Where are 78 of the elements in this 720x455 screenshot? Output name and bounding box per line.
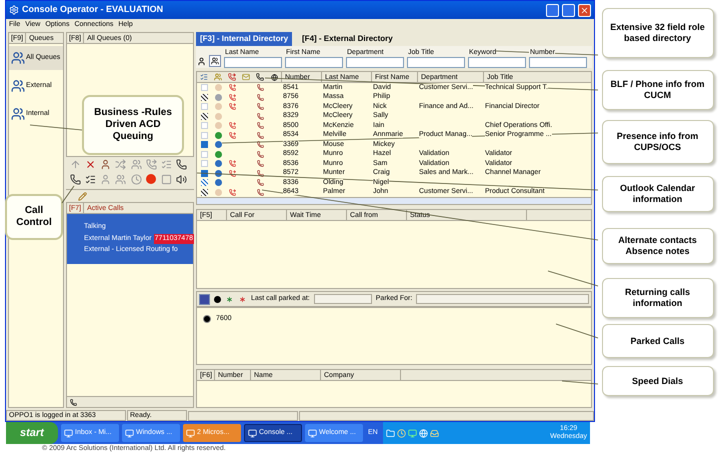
queue-icon	[11, 107, 25, 121]
phone-icon	[256, 103, 264, 110]
search-field[interactable]	[407, 57, 465, 68]
search-field[interactable]	[346, 57, 404, 68]
person-icon[interactable]	[100, 174, 112, 184]
start-button[interactable]: start	[6, 422, 58, 444]
callout: Parked Calls	[602, 324, 714, 358]
directory-tab[interactable]: [F4] - External Directory	[298, 32, 397, 46]
phone-icon	[256, 188, 264, 196]
phone-column-icon[interactable]	[256, 73, 264, 81]
callout: Outlook Calendar information	[602, 176, 714, 212]
cross-icon[interactable]	[85, 159, 96, 170]
callout: Presence info from CUPS/OCS	[602, 120, 714, 164]
phone-icon[interactable]	[176, 159, 187, 170]
record-icon[interactable]	[146, 174, 156, 184]
search-field[interactable]	[468, 57, 526, 68]
callout: BLF / Phone info from CUCM	[602, 70, 714, 110]
phone-icon	[256, 179, 264, 186]
window-title: Console Operator - EVALUATION	[22, 3, 164, 16]
tray-icon[interactable]	[408, 428, 417, 438]
pencil-icon[interactable]	[78, 192, 87, 200]
window-icon	[186, 428, 195, 438]
phone-icon	[256, 122, 264, 130]
search-field[interactable]	[224, 57, 282, 68]
phone-icon[interactable]	[70, 174, 81, 184]
phone-icon	[256, 84, 264, 92]
clock-icon[interactable]	[130, 174, 142, 184]
queue-icon	[11, 79, 25, 93]
phone-icon	[256, 112, 264, 120]
tray-icon[interactable]	[430, 428, 439, 438]
queue-icon	[11, 51, 25, 65]
leader-line	[556, 324, 598, 338]
phone-icon	[256, 170, 264, 177]
speaker-icon[interactable]	[176, 174, 187, 184]
close-icon	[580, 6, 589, 14]
callout: Returning calls information	[602, 278, 714, 318]
asterisk-icon[interactable]	[225, 294, 234, 304]
window-icon	[125, 428, 134, 438]
leader-line	[62, 186, 74, 204]
phone-icon[interactable]	[70, 398, 77, 406]
phone-icon	[256, 150, 264, 158]
list-icon[interactable]	[85, 174, 96, 184]
people-icon[interactable]	[130, 159, 142, 170]
shuffle-icon[interactable]	[115, 159, 126, 170]
leader-line	[548, 270, 598, 286]
phone-icon	[256, 94, 264, 101]
forward-column-icon[interactable]	[228, 73, 236, 81]
close-button[interactable]	[578, 4, 591, 16]
callout: Speed Dials	[602, 366, 714, 396]
window-icon	[308, 428, 317, 438]
phone-icon	[256, 141, 264, 148]
last-parked-field	[314, 294, 372, 304]
callout: Alternate contacts Absence notes	[602, 228, 714, 264]
phone-icon	[256, 132, 264, 139]
arrow-up-icon[interactable]	[70, 159, 81, 170]
directory-tab[interactable]: [F3] - Internal Directory	[196, 32, 292, 46]
maximize-button[interactable]	[562, 4, 575, 16]
asterisk-icon[interactable]	[238, 294, 247, 304]
app-icon	[9, 5, 19, 15]
callout: Business -Rules Driven ACD Queuing	[82, 95, 184, 155]
leader-line	[30, 124, 82, 130]
leader-line	[562, 380, 598, 384]
people-icon[interactable]	[115, 174, 126, 184]
search-field[interactable]	[285, 57, 343, 68]
callout: Call Control	[5, 194, 63, 240]
square-icon[interactable]	[160, 174, 172, 184]
person-icon[interactable]	[100, 159, 112, 170]
tray-icon[interactable]	[396, 428, 406, 438]
phone-forward-icon[interactable]	[146, 159, 157, 170]
window-icon	[64, 428, 73, 438]
horizontal-scrollbar[interactable]	[197, 197, 591, 204]
minimize-button[interactable]	[546, 4, 559, 16]
park-button[interactable]	[199, 294, 210, 304]
callout: Extensive 32 field role based directory	[602, 8, 714, 58]
search-button[interactable]	[209, 55, 221, 67]
window-icon	[248, 428, 257, 438]
search-field[interactable]	[529, 57, 587, 68]
phone-icon	[256, 160, 264, 168]
